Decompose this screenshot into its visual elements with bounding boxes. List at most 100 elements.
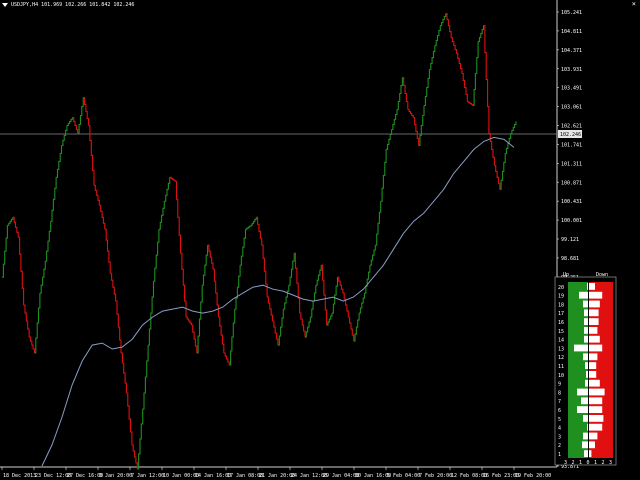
- time-axis-labels: 18 Dec 201323 Dec 12:0027 Dec 16:003 Jan…: [1, 467, 551, 479]
- time-axis-label: 10 Jan 00:00: [163, 473, 199, 479]
- histogram-up-bar: [583, 432, 588, 440]
- histogram-down-label: Down: [596, 272, 608, 278]
- price-segment: [418, 105, 425, 146]
- histogram-up-bar: [587, 283, 588, 290]
- time-axis-label: 5 Feb 04:00: [387, 473, 420, 479]
- histogram-down-bar: [589, 335, 600, 343]
- price-segment: [478, 25, 485, 43]
- price-segment: [413, 116, 420, 146]
- histogram-level-label: 18: [558, 302, 564, 308]
- time-axis-label: 18 Dec 2013: [3, 473, 36, 479]
- price-segment: [424, 69, 430, 107]
- price-segment: [50, 177, 57, 222]
- price-axis-label: 104.371: [561, 48, 582, 54]
- price-axis-label: 100.431: [561, 199, 582, 205]
- histogram-up-bar: [577, 406, 588, 413]
- price-segment: [326, 313, 333, 326]
- price-axis-label: 103.491: [561, 86, 582, 92]
- histogram-down-bar: [589, 344, 603, 352]
- price-series: [2, 13, 517, 470]
- price-segment: [305, 317, 311, 338]
- histogram-level-label: 12: [558, 355, 564, 361]
- price-segment: [99, 204, 106, 230]
- histogram-down-bar: [589, 353, 598, 361]
- histogram-bottom-label: 3: [609, 460, 612, 466]
- time-axis-label: 14 Jan 16:00: [195, 473, 231, 479]
- time-axis-label: 29 Jan 04:00: [323, 473, 359, 479]
- histogram-up-bar: [585, 362, 588, 369]
- histogram-bottom-label: 2: [602, 460, 605, 466]
- price-segment: [451, 37, 458, 54]
- price-segment: [77, 97, 84, 134]
- histogram-up-label: Up: [563, 272, 569, 278]
- price-axis-label: 98.681: [561, 256, 579, 262]
- price-segment: [229, 309, 236, 366]
- price-segment: [499, 153, 506, 190]
- price-segment: [299, 312, 306, 338]
- price-segment: [434, 25, 441, 47]
- price-segment: [23, 304, 30, 338]
- histogram-down-bar: [589, 371, 597, 378]
- price-segment: [375, 201, 382, 246]
- histogram-level-label: 14: [558, 338, 564, 344]
- histogram-bottom-label: 2: [572, 460, 575, 466]
- histogram-up-bar: [584, 450, 588, 457]
- price-segment: [267, 296, 274, 322]
- histogram-up-bar: [583, 415, 588, 422]
- time-axis-label: 21 Jan 20:00: [259, 473, 295, 479]
- histogram-up-bar: [581, 397, 588, 405]
- price-axis-label: 101.741: [561, 142, 582, 148]
- histogram-bottom-label: 1: [594, 460, 597, 466]
- price-segment: [234, 265, 241, 310]
- time-axis-label: 17 Jan 08:00: [227, 473, 263, 479]
- price-segment: [364, 265, 371, 294]
- price-segment: [137, 408, 144, 470]
- moving-average-line: [41, 136, 515, 467]
- price-segment: [34, 293, 41, 354]
- price-chart[interactable]: 105.241 104.811 104.371 103.931 103.491 103.0…: [0, 0, 640, 480]
- price-segment: [240, 229, 247, 266]
- price-segment: [337, 276, 344, 294]
- price-segment: [283, 285, 290, 310]
- price-segment: [429, 45, 436, 71]
- price-segment: [45, 221, 52, 262]
- price-segment: [467, 100, 474, 106]
- price-segment: [169, 176, 176, 182]
- histogram-down-bar: [589, 283, 595, 290]
- price-segment: [158, 201, 165, 230]
- price-segment: [121, 352, 127, 393]
- price-segment: [397, 77, 403, 111]
- price-segment: [440, 13, 447, 27]
- histogram-down-bar: [589, 415, 604, 422]
- price-segment: [369, 245, 376, 266]
- histogram-up-bar: [583, 300, 588, 308]
- price-segment: [380, 149, 387, 202]
- price-segment: [391, 109, 398, 130]
- histogram-down-bar: [589, 327, 598, 334]
- histogram-up-bar: [579, 291, 588, 299]
- price-axis-label: 101.311: [561, 161, 582, 167]
- price-segment: [110, 272, 117, 302]
- histogram-level-label: 3: [558, 434, 561, 440]
- price-segment: [402, 76, 409, 110]
- price-segment: [332, 277, 339, 314]
- current-price-label: 102.246: [560, 132, 581, 138]
- histogram-level-label: 10: [558, 373, 564, 379]
- price-segment: [261, 244, 268, 298]
- histogram-up-area: [568, 282, 588, 458]
- price-segment: [353, 313, 360, 342]
- time-axis-label: 19 Feb 20:00: [515, 473, 551, 479]
- price-segment: [153, 229, 160, 282]
- price-segment: [223, 352, 230, 365]
- histogram-up-bar: [583, 353, 588, 361]
- price-segment: [18, 236, 25, 306]
- histogram-level-label: 6: [558, 408, 561, 414]
- price-segment: [348, 316, 355, 342]
- price-segment: [288, 253, 295, 286]
- price-segment: [207, 244, 214, 270]
- histogram-level-label: 7: [558, 399, 561, 405]
- histogram-down-bar: [589, 388, 605, 396]
- histogram-level-label: 19: [558, 294, 564, 300]
- price-segment: [272, 320, 279, 346]
- histogram-down-bar: [589, 423, 603, 431]
